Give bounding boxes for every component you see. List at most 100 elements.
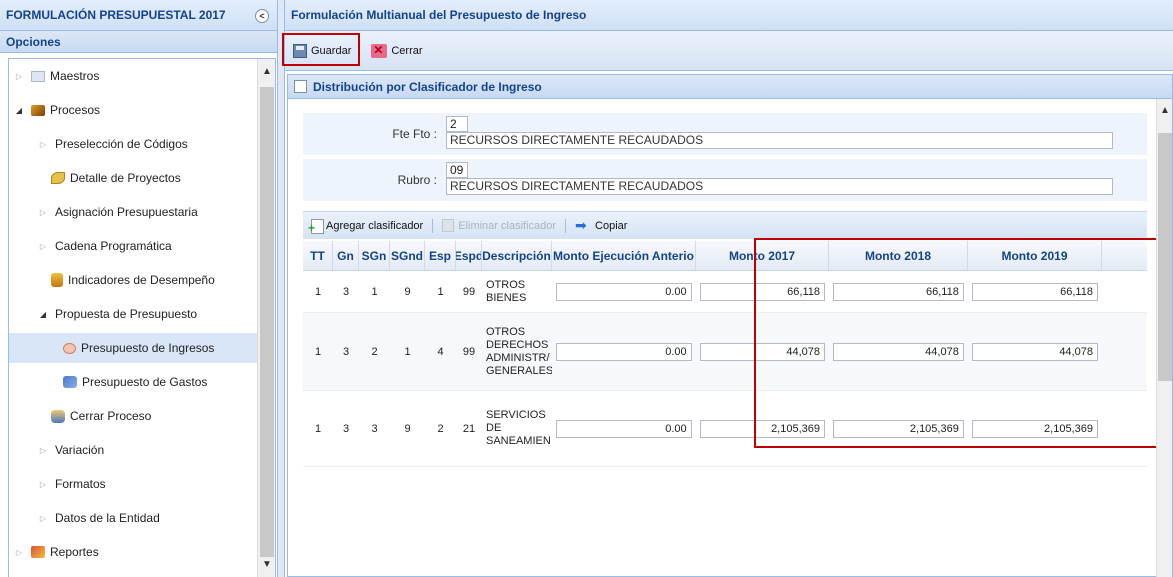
column-header[interactable]: Descripción (482, 241, 552, 270)
cell-prev: 0.00 (552, 271, 696, 312)
collapse-panel-icon[interactable]: < (255, 9, 269, 23)
distribution-panel-header: Distribución por Clasificador de Ingreso (288, 75, 1172, 99)
tree-item[interactable]: ▷ Variación (9, 435, 257, 465)
fte-desc-field[interactable]: RECURSOS DIRECTAMENTE RECAUDADOS (446, 132, 1113, 149)
fte-code-field[interactable]: 2 (446, 116, 468, 132)
cell-espd: 21 (462, 422, 476, 435)
close-process-icon (51, 409, 65, 423)
collapsed-arrow-icon[interactable]: ▷ (13, 72, 25, 81)
cell-m2019: 2,105,369 (968, 391, 1102, 466)
close-label: Cerrar (391, 44, 423, 57)
cell-description: OTROS BIENES (482, 271, 552, 312)
description-line: SERVICIOS (486, 409, 546, 421)
folder-icon (31, 70, 45, 82)
tree-item[interactable]: ▷ Formatos (9, 469, 257, 499)
indicator-icon (51, 273, 63, 287)
scroll-thumb[interactable] (1158, 133, 1172, 381)
table-row[interactable]: 1 3 2 1 4 99 OTROS DERECHOS ADMINISTR/GENERALES 0… (303, 313, 1147, 391)
expanded-arrow-icon[interactable]: ◢ (37, 310, 49, 319)
panel-splitter[interactable] (278, 0, 285, 577)
scroll-up-icon[interactable]: ▲ (258, 63, 275, 81)
cell-gn: 3 (342, 422, 350, 435)
classifier-grid: TTGnSGnSGndEspEspdDescripciónMonto Ejecu… (303, 238, 1164, 467)
tree-item-label: Detalle de Proyectos (70, 171, 181, 185)
tree-item[interactable]: ◢ Procesos (9, 95, 257, 125)
description-line: ADMINISTR/ (486, 351, 550, 364)
collapsed-arrow-icon[interactable]: ▷ (37, 514, 49, 523)
amount-input-m2019[interactable]: 44,078 (972, 342, 1098, 361)
tree-item[interactable]: ▷ Asignación Presupuestaria (9, 197, 257, 227)
collapsed-arrow-icon[interactable]: ▷ (37, 242, 49, 251)
scroll-down-icon[interactable]: ▼ (258, 556, 275, 574)
rubro-desc-field[interactable]: RECURSOS DIRECTAMENTE RECAUDADOS (446, 178, 1113, 195)
tree-item-label: Presupuesto de Gastos (82, 375, 208, 389)
collapsed-arrow-icon[interactable]: ▷ (37, 208, 49, 217)
description-line: GENERALES (486, 364, 552, 377)
amount-input-m2018[interactable]: 44,078 (833, 342, 964, 361)
collapsed-arrow-icon[interactable]: ▷ (37, 446, 49, 455)
description-line: DERECHOS (486, 338, 549, 351)
amount-input-m2019[interactable]: 66,118 (972, 282, 1098, 301)
amount-input-prev[interactable]: 0.00 (556, 282, 692, 301)
close-button[interactable]: Cerrar (365, 40, 428, 62)
amount-input-m2017[interactable]: 66,118 (699, 282, 825, 301)
collapsed-arrow-icon[interactable]: ▷ (13, 548, 25, 557)
save-icon (293, 43, 307, 58)
rubro-code-field[interactable]: 09 (446, 162, 468, 178)
tree-item[interactable]: Presupuesto de Ingresos (9, 333, 257, 363)
description-line: OTROS (486, 278, 526, 291)
tree-item-label: Indicadores de Desempeño (68, 273, 215, 287)
tree-item[interactable]: ◢ Propuesta de Presupuesto (9, 299, 257, 329)
rubro-label: Rubro : (397, 173, 437, 187)
column-header[interactable]: SGnd (390, 241, 425, 270)
expanded-arrow-icon[interactable]: ◢ (13, 106, 25, 115)
amount-input-m2018[interactable]: 66,118 (833, 282, 964, 301)
amount-input-m2017[interactable]: 44,078 (699, 342, 825, 361)
amount-input-m2019[interactable]: 2,105,369 (972, 419, 1098, 438)
table-row[interactable]: 1 3 3 9 2 21 SERVICIOS DE SANEAMIEN 0.00 2,105,369… (303, 391, 1147, 467)
column-header[interactable]: Gn (333, 241, 359, 270)
cell-m2018: 44,078 (829, 313, 968, 390)
column-header[interactable]: SGn (359, 241, 390, 270)
cell-esp: 2 (437, 422, 444, 435)
amount-input-prev[interactable]: 0.00 (556, 419, 692, 438)
tree-item[interactable]: ▷ Maestros (9, 61, 257, 91)
column-header[interactable]: Monto 2018 (829, 241, 968, 270)
amount-input-m2018[interactable]: 2,105,369 (833, 419, 964, 438)
cell-tt: 1 (314, 285, 322, 298)
folder-open-icon (31, 104, 45, 116)
tree-item[interactable]: Cerrar Proceso (9, 401, 257, 431)
panel-toggle-icon[interactable] (294, 80, 307, 93)
amount-input-prev[interactable]: 0.00 (556, 342, 692, 361)
nav-tree-container: ▷ Maestros ◢ Procesos ▷ Preselección de Códig… (8, 58, 276, 577)
column-header[interactable]: Espd (456, 241, 482, 270)
tree-item[interactable]: ▷ Reportes (9, 537, 257, 567)
table-row[interactable]: 1 3 1 9 1 99 OTROS BIENES 0.00 66,118 66,118 66,118 (303, 271, 1147, 313)
column-header[interactable]: Monto 2017 (696, 241, 829, 270)
collapsed-arrow-icon[interactable]: ▷ (37, 140, 49, 149)
collapsed-arrow-icon[interactable]: ▷ (37, 480, 49, 489)
tree-item[interactable]: Detalle de Proyectos (9, 163, 257, 193)
column-header[interactable]: Monto Ejecución Anterio (552, 241, 696, 270)
tree-item[interactable]: ▷ Cadena Programática (9, 231, 257, 261)
tree-item[interactable]: ▷ Datos de la Entidad (9, 503, 257, 533)
scroll-up-icon[interactable]: ▲ (1157, 105, 1173, 116)
column-header[interactable]: TT (303, 241, 333, 270)
copy-button[interactable]: Copiar (570, 217, 632, 234)
tree-item[interactable]: Indicadores de Desempeño (9, 265, 257, 295)
cell-sgn: 3 (371, 422, 378, 435)
scroll-thumb[interactable] (260, 87, 274, 557)
cell-espd: 99 (462, 285, 476, 298)
tree-item[interactable]: Presupuesto de Gastos (9, 367, 257, 397)
tree-item[interactable]: ▷ Preselección de Códigos (9, 129, 257, 159)
grid-toolbar: Agregar clasificador Eliminar clasificad… (303, 211, 1147, 239)
content-scrollbar[interactable]: ▲ (1156, 99, 1172, 577)
cell-esp: 1 (437, 285, 444, 298)
amount-input-m2017[interactable]: 2,105,369 (699, 419, 825, 438)
column-header[interactable]: Esp (425, 241, 456, 270)
delete-classifier-button[interactable]: Eliminar clasificador (437, 219, 561, 232)
add-classifier-button[interactable]: Agregar clasificador (303, 218, 428, 235)
tree-scrollbar[interactable]: ▲ ▼ (257, 59, 275, 577)
column-header[interactable]: Monto 2019 (968, 241, 1102, 270)
income-icon (63, 342, 76, 354)
